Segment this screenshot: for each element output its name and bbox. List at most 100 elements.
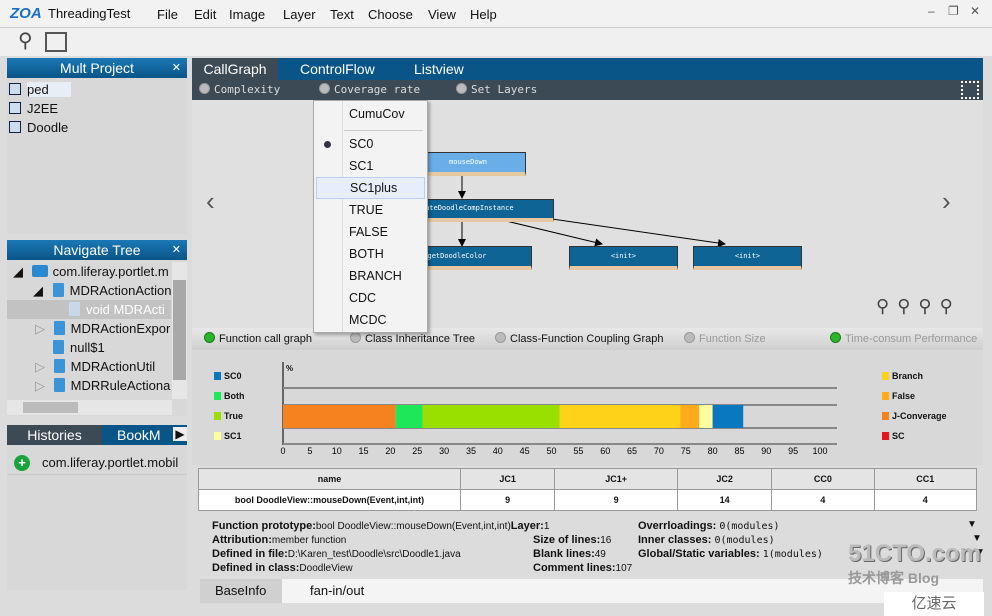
option-label: Class-Function Coupling Graph xyxy=(510,333,664,345)
bar-segment-j-converage xyxy=(283,405,396,428)
vertical-scrollbar[interactable] xyxy=(172,262,187,399)
bar-segment-true xyxy=(422,405,560,428)
project-item[interactable]: ped xyxy=(9,80,171,99)
title-bar: ZOA ThreadingTest File Edit Image Layer … xyxy=(0,0,992,28)
menu-item-sc1plus[interactable]: SC1plus xyxy=(316,177,425,199)
legend-item: Branch xyxy=(882,370,923,382)
legend-swatch xyxy=(214,392,221,400)
file-icon xyxy=(53,378,65,392)
menu-item-sc0[interactable]: SC0 xyxy=(316,133,425,155)
bar-segment-false xyxy=(680,405,700,428)
file-icon xyxy=(53,340,64,354)
tab-scroll-right-icon[interactable]: ▶ xyxy=(173,427,187,441)
tab-baseinfo[interactable]: BaseInfo xyxy=(200,579,282,603)
project-item[interactable]: Doodle xyxy=(9,118,171,137)
tree-item[interactable]: ◢ MDRActionAction xyxy=(7,281,171,300)
legend-swatch xyxy=(882,432,889,440)
menu-image[interactable]: Image xyxy=(229,7,283,22)
zoom-out-icon[interactable]: ⚲ xyxy=(918,296,939,316)
tree-item[interactable]: null$1 xyxy=(7,338,171,357)
menu-item-branch[interactable]: BRANCH xyxy=(316,265,425,287)
edge xyxy=(551,218,726,247)
zoom-in-icon[interactable]: ⚲ xyxy=(897,296,918,316)
navigate-tree-panel: Navigate Tree ✕ ◢ com.liferay.portlet.m ◢… xyxy=(7,240,187,416)
mult-project-header: Mult Project ✕ xyxy=(7,58,187,78)
function-call-graph-option[interactable]: Function call graph xyxy=(204,328,312,350)
tab-fan-in-out[interactable]: fan-in/out xyxy=(310,579,364,603)
menu-text[interactable]: Text xyxy=(330,7,368,22)
tab-bookmarks[interactable]: BookM xyxy=(117,425,162,445)
option-label: Function call graph xyxy=(219,333,312,345)
tree-item[interactable]: ▷ MDRRuleActionak xyxy=(7,376,171,395)
x-tick-label: 45 xyxy=(520,446,530,456)
menu-item-true[interactable]: TRUE xyxy=(316,199,425,221)
panel-title: Navigate Tree xyxy=(53,242,141,258)
tree-item-selected[interactable]: void MDRActi xyxy=(7,300,171,319)
menu-choose[interactable]: Choose xyxy=(368,7,428,22)
main-panel: CallGraph ControlFlow Listview Complexit… xyxy=(192,58,983,328)
expand-icon[interactable]: ▼ xyxy=(967,519,977,530)
tree-item[interactable]: ▷ MDRActionExpor xyxy=(7,319,171,338)
table-cell: 9 xyxy=(554,489,678,511)
column-header: CC0 xyxy=(771,468,875,490)
add-icon[interactable]: + xyxy=(14,455,30,471)
function-size-option[interactable]: Function Size xyxy=(684,328,766,350)
option-label: Function Size xyxy=(699,333,766,345)
menu-item-both[interactable]: BOTH xyxy=(316,243,425,265)
blank-lines: Blank lines:49 xyxy=(533,548,606,560)
menu-layer[interactable]: Layer xyxy=(283,7,330,22)
comment-lines: Comment lines:107 xyxy=(533,562,633,574)
item-label: MDRActionAction xyxy=(69,283,171,298)
panel-title: Mult Project xyxy=(60,60,134,76)
menu-view[interactable]: View xyxy=(428,7,470,22)
time-consum-option[interactable]: Time-consum Performance xyxy=(830,328,977,350)
radio-icon xyxy=(350,332,361,343)
x-tick-label: 50 xyxy=(546,446,556,456)
project-item[interactable]: J2EE xyxy=(9,99,171,118)
menu-item-mcdc[interactable]: MCDC xyxy=(316,309,425,331)
legend-label: Branch xyxy=(892,371,924,381)
menu-item-cumucov[interactable]: CumuCov xyxy=(316,103,425,125)
graph-node[interactable]: <init> xyxy=(569,246,678,270)
menu-item-cdc[interactable]: CDC xyxy=(316,287,425,309)
legend-label: J-Converage xyxy=(892,411,947,421)
menu-item-sc1[interactable]: SC1 xyxy=(316,155,425,177)
histories-panel: Histories BookM ▶ + com.liferay.portlet.m… xyxy=(7,425,187,590)
graph-node[interactable]: <init> xyxy=(693,246,802,270)
x-tick-label: 35 xyxy=(466,446,476,456)
x-tick-label: 30 xyxy=(439,446,449,456)
x-tick-label: 40 xyxy=(493,446,503,456)
search-icon[interactable]: ⚲ xyxy=(940,296,961,316)
horizontal-scrollbar[interactable] xyxy=(7,400,172,415)
tree-item[interactable]: ◢ com.liferay.portlet.m xyxy=(7,262,171,281)
table-cell: bool DoodleView::mouseDown(Event,int,int… xyxy=(198,489,461,511)
attribution: Attribution:member function xyxy=(212,534,347,546)
tab-histories[interactable]: Histories xyxy=(7,425,102,445)
menu-item-false[interactable]: FALSE xyxy=(316,221,425,243)
legend-item: Both xyxy=(214,390,245,402)
history-item[interactable]: + com.liferay.portlet.mobil xyxy=(7,450,187,475)
node-label: getDoodleColor xyxy=(427,252,487,260)
minimize-icon[interactable]: – xyxy=(928,4,935,18)
close-icon[interactable]: ✕ xyxy=(970,4,980,18)
defined-in-file: Defined in file:D:\Karen_test\Doodle\src… xyxy=(212,548,461,560)
menu-edit[interactable]: Edit xyxy=(194,7,229,22)
table-row[interactable]: bool DoodleView::mouseDown(Event,int,int… xyxy=(198,489,978,511)
class-function-coupling-option[interactable]: Class-Function Coupling Graph xyxy=(495,328,663,350)
package-icon xyxy=(31,265,48,277)
legend-label: True xyxy=(224,411,244,421)
menu-help[interactable]: Help xyxy=(470,7,497,22)
legend-swatch xyxy=(882,412,889,420)
restore-icon[interactable]: ❐ xyxy=(948,4,959,18)
export-icon[interactable] xyxy=(45,32,67,52)
x-tick-label: 85 xyxy=(734,446,744,456)
watermark-text: 51CTO.com xyxy=(848,540,981,567)
close-icon[interactable]: ✕ xyxy=(172,58,181,78)
search-icon[interactable]: ⚲ xyxy=(18,28,33,53)
zoom-fit-icon[interactable]: ⚲ xyxy=(876,296,897,316)
menu-file[interactable]: File xyxy=(157,7,194,22)
close-icon[interactable]: ✕ xyxy=(172,240,181,260)
tree-item[interactable]: ▷ MDRActionUtil xyxy=(7,357,171,376)
column-header: JC1 xyxy=(459,468,556,490)
x-tick-label: 15 xyxy=(359,446,369,456)
